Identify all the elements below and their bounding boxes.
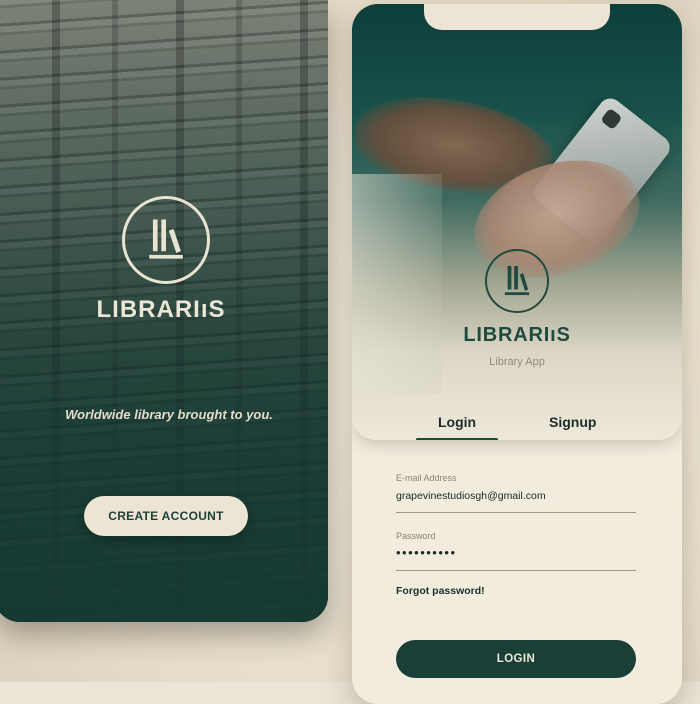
- tagline: Worldwide library brought to you.: [65, 407, 273, 422]
- book-stack-logo-icon: [485, 249, 549, 313]
- password-underline: [396, 570, 636, 571]
- create-account-button[interactable]: CREATE ACCOUNT: [84, 496, 248, 536]
- brand-name: LIBRARIıS: [463, 324, 571, 346]
- app-subtitle: Library App: [489, 356, 545, 368]
- splash-screen: LIBRARIıS Worldwide library brought to y…: [0, 0, 328, 622]
- email-underline: [396, 512, 636, 513]
- tab-login[interactable]: Login: [438, 414, 476, 430]
- hero-header: LIBRARIıS Library App Login Signup: [352, 4, 682, 440]
- login-screen: LIBRARIıS Library App Login Signup E-mai…: [352, 4, 682, 704]
- active-tab-indicator: [416, 438, 498, 440]
- book-stack-logo-icon: [122, 196, 210, 284]
- email-field[interactable]: grapevinestudiosgh@gmail.com: [396, 490, 546, 502]
- login-button[interactable]: LOGIN: [396, 640, 636, 678]
- forgot-password-link[interactable]: Forgot password!: [396, 585, 485, 597]
- tab-signup[interactable]: Signup: [549, 414, 596, 430]
- password-label: Password: [396, 531, 436, 541]
- password-field[interactable]: ••••••••••: [396, 545, 457, 560]
- email-label: E-mail Address: [396, 473, 457, 483]
- brand-name: LIBRARIıS: [96, 296, 226, 323]
- phone-notch: [424, 4, 610, 30]
